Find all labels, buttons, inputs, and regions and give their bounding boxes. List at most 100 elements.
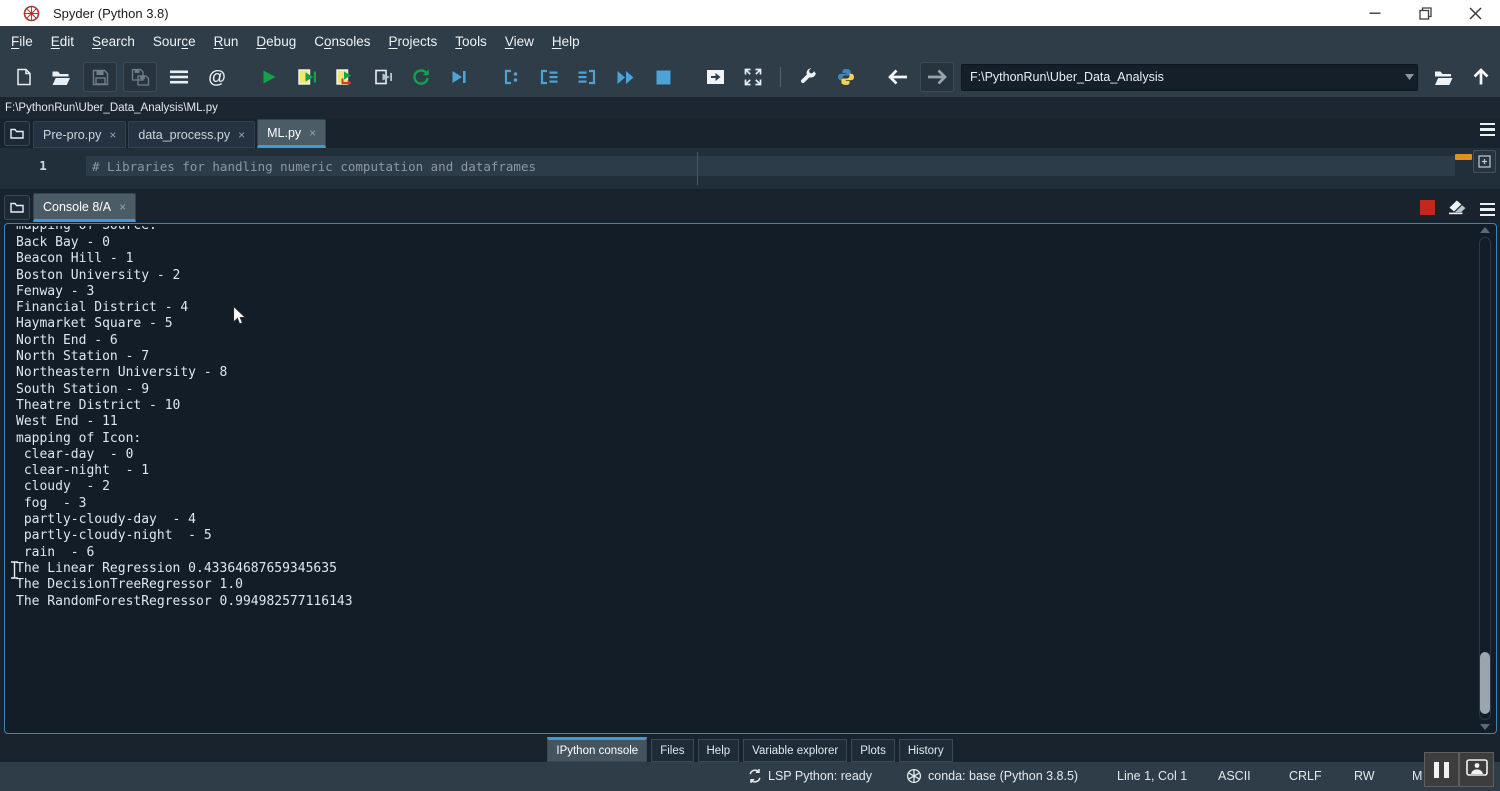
console-options-menu-icon[interactable] bbox=[1480, 203, 1495, 216]
console-output-line: partly-cloudy-day - 4 bbox=[16, 512, 1474, 528]
run-cell-advance-icon[interactable] bbox=[326, 62, 364, 92]
menu-item-help[interactable]: Help bbox=[543, 34, 589, 49]
run-cell-icon[interactable] bbox=[288, 62, 326, 92]
ipython-console-output[interactable]: mapping of Source: Back Bay - 0Beacon Hi… bbox=[4, 223, 1497, 734]
console-output-line: North Station - 7 bbox=[16, 349, 1474, 365]
menu-item-tools[interactable]: Tools bbox=[446, 34, 496, 49]
symbol-search-icon[interactable] bbox=[198, 62, 236, 92]
console-output-line: Haymarket Square - 5 bbox=[16, 316, 1474, 332]
file-switcher-icon[interactable] bbox=[160, 62, 198, 92]
working-directory-combobox[interactable]: F:\PythonRun\Uber_Data_Analysis bbox=[961, 64, 1418, 91]
console-lines: Back Bay - 0Beacon Hill - 1Boston Univer… bbox=[16, 235, 1474, 610]
scroll-up-arrow[interactable] bbox=[1480, 227, 1490, 233]
continue-execution-icon[interactable] bbox=[606, 62, 644, 92]
open-file-icon[interactable] bbox=[42, 62, 80, 92]
code-line: # Libraries for handling numeric computa… bbox=[86, 159, 536, 174]
editor-pane[interactable]: 1 # Libraries for handling numeric compu… bbox=[0, 148, 1500, 189]
lsp-status: LSP Python: ready bbox=[768, 769, 872, 783]
fullscreen-icon[interactable] bbox=[734, 62, 772, 92]
back-icon[interactable] bbox=[879, 62, 917, 92]
parent-directory-icon[interactable] bbox=[1462, 62, 1500, 92]
close-icon[interactable] bbox=[238, 129, 245, 141]
console-tabbar: Console 8/A bbox=[0, 195, 1500, 222]
console-tab[interactable]: Console 8/A bbox=[33, 193, 136, 222]
browse-consoles-icon[interactable] bbox=[4, 195, 30, 220]
cursor-position: Line 1, Col 1 bbox=[1117, 769, 1187, 783]
breadcrumb: F:\PythonRun\Uber_Data_Analysis\ML.py bbox=[0, 97, 1500, 120]
maximize-pane-icon[interactable] bbox=[696, 62, 734, 92]
pause-recording-button[interactable] bbox=[1424, 752, 1459, 787]
preferences-icon[interactable] bbox=[789, 62, 827, 92]
step-over-icon[interactable] bbox=[492, 62, 530, 92]
rerun-cell-icon[interactable] bbox=[364, 62, 402, 92]
close-icon[interactable] bbox=[119, 201, 126, 213]
pane-tab[interactable]: Help bbox=[698, 739, 740, 762]
console-output-line: partly-cloudy-night - 5 bbox=[16, 528, 1474, 544]
pane-tab[interactable]: Plots bbox=[851, 739, 895, 762]
debug-file-icon[interactable] bbox=[440, 62, 478, 92]
scrollbar-thumb[interactable] bbox=[1480, 652, 1490, 714]
editor-tab[interactable]: Pre-pro.py bbox=[33, 121, 126, 148]
restart-kernel-icon[interactable] bbox=[402, 62, 440, 92]
chevron-down-icon[interactable] bbox=[1401, 66, 1417, 89]
pane-tab-label: Files bbox=[660, 745, 684, 757]
permissions-status: RW bbox=[1354, 769, 1375, 783]
conda-env-icon bbox=[906, 768, 922, 784]
menu-item-search[interactable]: Search bbox=[83, 34, 144, 49]
close-button[interactable] bbox=[1450, 0, 1500, 26]
pane-tab[interactable]: Files bbox=[651, 739, 693, 762]
pane-tab-label: IPython console bbox=[556, 745, 638, 757]
line-number: 1 bbox=[0, 158, 86, 173]
save-all-icon[interactable] bbox=[123, 62, 157, 92]
restore-button[interactable] bbox=[1400, 0, 1450, 26]
pane-tab[interactable]: IPython console bbox=[547, 737, 647, 762]
menubar: FileEditSearchSourceRunDebugConsolesProj… bbox=[0, 26, 1500, 58]
menu-item-file[interactable]: File bbox=[2, 34, 42, 49]
forward-icon[interactable] bbox=[920, 62, 954, 92]
step-out-icon[interactable] bbox=[568, 62, 606, 92]
stop-debugging-icon[interactable] bbox=[644, 62, 682, 92]
menu-item-edit[interactable]: Edit bbox=[42, 34, 83, 49]
step-into-icon[interactable] bbox=[530, 62, 568, 92]
menu-item-view[interactable]: View bbox=[496, 34, 543, 49]
console-scrollbar[interactable] bbox=[1477, 227, 1493, 730]
encoding-status: ASCII bbox=[1218, 769, 1251, 783]
close-icon[interactable] bbox=[309, 127, 316, 139]
run-file-icon[interactable] bbox=[250, 62, 288, 92]
console-output-line: Theatre District - 10 bbox=[16, 398, 1474, 414]
memory-status-partial: M bbox=[1412, 769, 1422, 783]
clear-console-icon[interactable] bbox=[1448, 199, 1467, 220]
close-icon[interactable] bbox=[109, 129, 116, 141]
interrupt-kernel-icon[interactable] bbox=[1420, 200, 1435, 220]
menu-item-source[interactable]: Source bbox=[144, 34, 205, 49]
split-editor-icon[interactable] bbox=[1473, 150, 1496, 173]
minimize-button[interactable] bbox=[1350, 0, 1400, 26]
scrollbar-track[interactable] bbox=[1479, 237, 1491, 720]
browse-directory-icon[interactable] bbox=[1424, 62, 1462, 92]
current-line-highlight: # Libraries for handling numeric computa… bbox=[86, 156, 1455, 176]
working-directory-value: F:\PythonRun\Uber_Data_Analysis bbox=[962, 70, 1401, 84]
clipped-line: mapping of Source: bbox=[16, 226, 1474, 235]
menu-item-run[interactable]: Run bbox=[205, 34, 248, 49]
editor-tabbar: Pre-pro.py data_process.py ML.py bbox=[0, 119, 1500, 149]
browse-tabs-icon[interactable] bbox=[4, 121, 30, 146]
screenshot-button[interactable] bbox=[1459, 752, 1494, 787]
menu-item-projects[interactable]: Projects bbox=[380, 34, 447, 49]
console-output-line: mapping of Icon: bbox=[16, 431, 1474, 447]
console-output-line: Back Bay - 0 bbox=[16, 235, 1474, 251]
menu-item-consoles[interactable]: Consoles bbox=[305, 34, 379, 49]
editor-options-menu-icon[interactable] bbox=[1480, 123, 1495, 136]
python-path-icon[interactable] bbox=[827, 62, 865, 92]
editor-tab[interactable]: ML.py bbox=[257, 119, 326, 148]
pane-tab-label: Help bbox=[707, 745, 731, 757]
pane-tab[interactable]: Variable explorer bbox=[743, 739, 847, 762]
pane-tab[interactable]: History bbox=[899, 739, 953, 762]
save-icon[interactable] bbox=[83, 62, 117, 92]
console-output-line: cloudy - 2 bbox=[16, 479, 1474, 495]
scroll-down-arrow[interactable] bbox=[1480, 724, 1490, 730]
new-file-icon[interactable] bbox=[4, 62, 42, 92]
console-output-line: Beacon Hill - 1 bbox=[16, 251, 1474, 267]
editor-tab[interactable]: data_process.py bbox=[128, 121, 255, 148]
console-output-line: clear-night - 1 bbox=[16, 463, 1474, 479]
menu-item-debug[interactable]: Debug bbox=[247, 34, 305, 49]
